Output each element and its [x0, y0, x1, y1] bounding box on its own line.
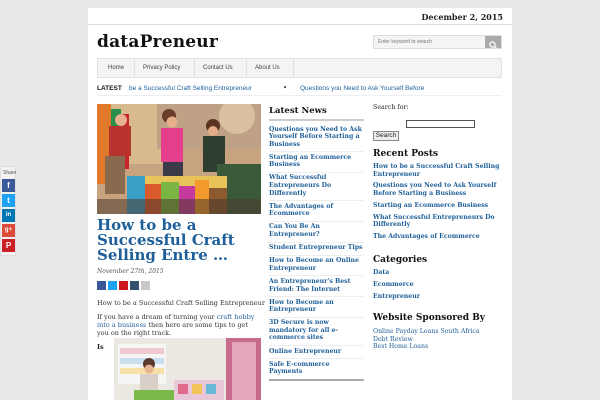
news-link[interactable]: The Advantages of Ecommerce: [269, 201, 364, 222]
excerpt-heading: How to be a Successful Craft Selling Ent…: [97, 299, 265, 307]
news-link[interactable]: How to Become an Online Entrepreneur: [269, 256, 364, 277]
categories-list: Data Ecommerce Entrepreneur: [373, 269, 503, 305]
recent-post-link[interactable]: How to be a Successful Craft Selling Ent…: [373, 163, 503, 178]
top-bar: December 2, 2015: [88, 8, 512, 25]
news-link[interactable]: What Successful Entrepreneurs Do Differe…: [269, 173, 364, 202]
news-link[interactable]: Online Entrepreneur: [269, 346, 364, 360]
search-icon: [489, 41, 497, 49]
nav-privacy-policy[interactable]: Privacy Policy: [143, 65, 180, 71]
ticker-link[interactable]: be a Successful Craft Selling Entreprene…: [129, 85, 252, 92]
news-link[interactable]: 3D Secure is now mandatory for all e-com…: [269, 318, 364, 347]
excerpt-text: If you have a dream of turning your: [97, 313, 217, 321]
page-container: December 2, 2015 dataPreneur Home Privac…: [88, 8, 512, 400]
email-icon[interactable]: [141, 281, 150, 290]
facebook-icon[interactable]: f: [2, 179, 15, 192]
share-label: Share: [3, 170, 17, 176]
nav-divider: [134, 59, 135, 77]
search-button[interactable]: [485, 36, 501, 49]
nav-divider: [293, 59, 294, 77]
current-date: December 2, 2015: [421, 12, 503, 22]
featured-post-image[interactable]: [97, 104, 261, 214]
ticker-bullet: •: [283, 84, 288, 92]
sponsored-list: Online Payday Loans South Africa Debt Re…: [373, 328, 503, 351]
recent-posts-heading: Recent Posts: [373, 149, 439, 159]
nav-home[interactable]: Home: [108, 65, 124, 71]
sidebar-search-button[interactable]: Search: [373, 131, 399, 141]
recent-post-link[interactable]: Questions you Need to Ask Yourself Befor…: [373, 182, 503, 197]
recent-post-link[interactable]: Starting an Ecommerce Business: [373, 202, 503, 210]
post-inline-image[interactable]: [114, 338, 261, 400]
sidebar-search-label: Search for:: [373, 104, 409, 111]
news-link[interactable]: An Entrepreneur's Best Friend: The Inter…: [269, 276, 364, 298]
floating-share-bar: Share f t in g+ P: [0, 166, 16, 256]
post-title[interactable]: How to be a Successful Craft Selling Ent…: [97, 218, 261, 263]
sponsored-heading: Website Sponsored By: [373, 313, 486, 323]
pinterest-icon[interactable]: P: [2, 239, 15, 252]
excerpt-lead-word: Is: [97, 343, 104, 351]
sponsor-link[interactable]: Best Home Loans: [373, 343, 503, 351]
category-link[interactable]: Entrepreneur: [373, 293, 503, 301]
sponsor-link[interactable]: Debt Review: [373, 336, 503, 344]
category-link[interactable]: Data: [373, 269, 503, 277]
craft-shop-photo: [114, 338, 261, 400]
craft-market-photo: [97, 104, 261, 214]
recent-post-link[interactable]: What Successful Entrepreneurs Do Differe…: [373, 214, 503, 229]
nav-contact-us[interactable]: Contact Us: [203, 65, 233, 71]
news-link[interactable]: Student Entrepreneur Tips: [269, 243, 364, 256]
linkedin-icon[interactable]: in: [2, 209, 15, 222]
news-link[interactable]: Questions you Need to Ask Yourself Befor…: [269, 124, 364, 153]
recent-post-link[interactable]: The Advantages of Ecommerce: [373, 233, 503, 241]
facebook-icon[interactable]: [97, 281, 106, 290]
nav-about-us[interactable]: About Us: [255, 65, 280, 71]
recent-posts-list: How to be a Successful Craft Selling Ent…: [373, 163, 503, 245]
post-date: November 27th, 2015: [97, 268, 164, 275]
googleplus-icon[interactable]: g+: [2, 224, 15, 237]
news-link[interactable]: Safe E-commerce Payments: [269, 359, 364, 381]
twitter-icon[interactable]: t: [2, 194, 15, 207]
categories-heading: Categories: [373, 255, 428, 265]
news-link[interactable]: Starting an Ecommerce Business: [269, 152, 364, 173]
latest-label: LATEST: [97, 85, 122, 92]
nav-divider: [194, 59, 195, 77]
sponsor-link[interactable]: Online Payday Loans South Africa: [373, 328, 503, 336]
news-link[interactable]: Can You Be An Entrepreneur?: [269, 222, 364, 243]
latest-ticker-bar: LATEST be a Successful Craft Selling Ent…: [97, 82, 502, 96]
ticker-link[interactable]: Questions you Need to Ask Yourself Befor…: [300, 85, 424, 92]
right-sidebar: Search for: Search Recent Posts How to b…: [373, 104, 503, 400]
post-excerpt: If you have a dream of turning your craf…: [97, 313, 261, 337]
category-link[interactable]: Ecommerce: [373, 281, 503, 289]
header-search: [373, 35, 502, 49]
site-title[interactable]: dataPreneur: [97, 32, 218, 52]
main-navigation: Home Privacy Policy Contact Us About Us: [97, 58, 502, 78]
twitter-icon[interactable]: [108, 281, 117, 290]
youtube-icon[interactable]: [119, 281, 128, 290]
news-link[interactable]: How to Become an Entrepreneur: [269, 297, 364, 318]
nav-divider: [246, 59, 247, 77]
header-search-input[interactable]: [374, 36, 486, 48]
tumblr-icon[interactable]: [130, 281, 139, 290]
sidebar-search-input[interactable]: [406, 120, 475, 128]
latest-news-widget: Latest News Questions you Need to Ask Yo…: [269, 106, 364, 381]
latest-news-heading: Latest News: [269, 106, 364, 121]
